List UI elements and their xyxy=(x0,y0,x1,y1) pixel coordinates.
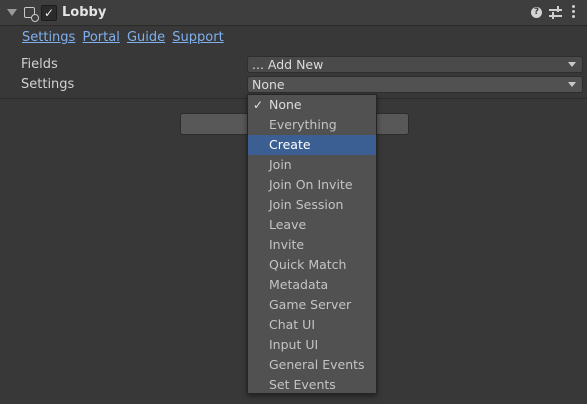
menu-item-quick-match[interactable]: Quick Match xyxy=(248,255,376,275)
help-icon[interactable]: ? xyxy=(531,7,542,18)
menu-item-invite[interactable]: Invite xyxy=(248,235,376,255)
menu-item-label: Quick Match xyxy=(269,257,347,272)
menu-item-join[interactable]: Join xyxy=(248,155,376,175)
component-title: Lobby xyxy=(62,5,107,20)
menu-item-label: Create xyxy=(269,137,311,152)
menu-item-label: Input UI xyxy=(269,337,319,352)
menu-item-leave[interactable]: Leave xyxy=(248,215,376,235)
menu-item-everything[interactable]: Everything xyxy=(248,115,376,135)
help-links: Settings Portal Guide Support xyxy=(22,30,227,45)
menu-item-label: Set Events xyxy=(269,377,336,392)
menu-item-label: Everything xyxy=(269,117,337,132)
link-support[interactable]: Support xyxy=(172,30,223,45)
menu-item-metadata[interactable]: Metadata xyxy=(248,275,376,295)
menu-item-general-events[interactable]: General Events xyxy=(248,355,376,375)
fields-label: Fields xyxy=(21,57,58,72)
menu-item-label: Chat UI xyxy=(269,317,316,332)
check-icon: ✓ xyxy=(253,98,264,112)
menu-item-set-events[interactable]: Set Events xyxy=(248,375,376,395)
link-portal[interactable]: Portal xyxy=(82,30,119,45)
menu-item-chat-ui[interactable]: Chat UI xyxy=(248,315,376,335)
menu-item-label: Leave xyxy=(269,217,307,232)
menu-item-label: None xyxy=(269,97,302,112)
menu-item-none[interactable]: ✓ None xyxy=(248,95,376,115)
chevron-down-icon xyxy=(568,82,576,87)
settings-dropdown[interactable]: None xyxy=(247,76,583,93)
menu-item-join-session[interactable]: Join Session xyxy=(248,195,376,215)
menu-item-label: Game Server xyxy=(269,297,352,312)
menu-item-label: Join On Invite xyxy=(269,177,353,192)
menu-item-label: Join Session xyxy=(269,197,344,212)
settings-dropdown-value: None xyxy=(252,77,285,92)
menu-item-input-ui[interactable]: Input UI xyxy=(248,335,376,355)
link-settings[interactable]: Settings xyxy=(22,30,75,45)
enable-toggle-checkbox[interactable]: ✓ xyxy=(41,5,57,21)
link-guide[interactable]: Guide xyxy=(127,30,165,45)
settings-dropdown-menu: ✓ None Everything Create Join Join On Invite J… xyxy=(247,94,377,394)
context-menu-icon[interactable] xyxy=(572,5,576,19)
settings-label: Settings xyxy=(21,77,75,92)
chevron-down-icon xyxy=(568,62,576,67)
menu-item-label: Invite xyxy=(269,237,305,252)
fields-dropdown-value: ... Add New xyxy=(252,57,324,72)
script-icon xyxy=(24,7,39,22)
menu-item-label: General Events xyxy=(269,357,365,372)
menu-item-create[interactable]: Create xyxy=(248,135,376,155)
menu-item-join-on-invite[interactable]: Join On Invite xyxy=(248,175,376,195)
component-header: ✓ Lobby ? xyxy=(0,0,587,26)
preset-icon[interactable] xyxy=(549,6,562,19)
menu-item-label: Join xyxy=(269,157,292,172)
foldout-arrow-icon[interactable] xyxy=(7,9,17,16)
menu-item-game-server[interactable]: Game Server xyxy=(248,295,376,315)
fields-dropdown[interactable]: ... Add New xyxy=(247,56,583,73)
menu-item-label: Metadata xyxy=(269,277,329,292)
